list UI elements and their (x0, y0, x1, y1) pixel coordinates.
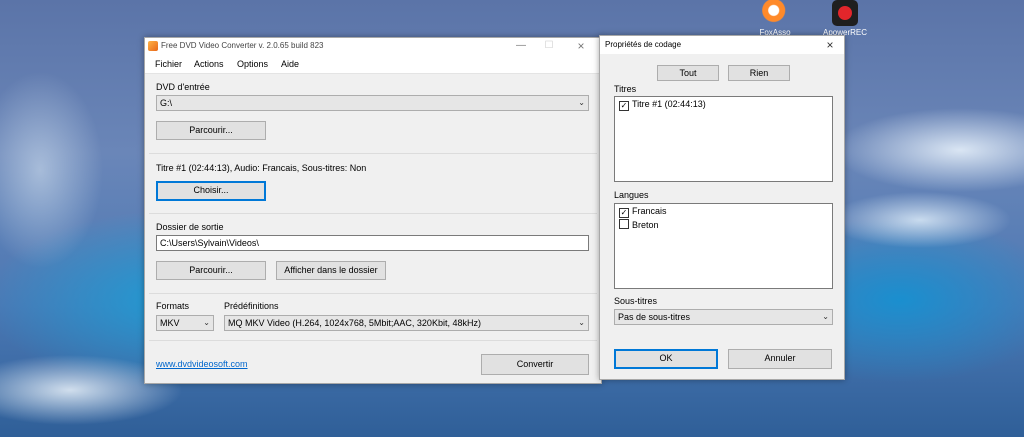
minimize-icon[interactable]: — (511, 39, 531, 53)
title-info: Titre #1 (02:44:13), Audio: Francais, So… (156, 163, 367, 173)
cancel-button[interactable]: Annuler (728, 349, 832, 369)
preset-select[interactable]: MQ MKV Video (H.264, 1024x768, 5Mbit;AAC… (224, 315, 589, 331)
record-icon (832, 0, 858, 26)
formats-label: Formats (156, 301, 190, 311)
languages-list: ✓ Francais Breton (614, 203, 833, 289)
list-item[interactable]: ✓ Titre #1 (02:44:13) (619, 99, 706, 111)
presets-label: Prédéfinitions (224, 301, 279, 311)
checkbox-checked-icon[interactable]: ✓ (619, 208, 629, 218)
dvd-input-label: DVD d'entrée (156, 82, 210, 92)
select-none-button[interactable]: Rien (728, 65, 790, 81)
main-titlebar[interactable]: Free DVD Video Converter v. 2.0.65 build… (145, 38, 601, 55)
chevron-down-icon: ⌄ (203, 318, 210, 327)
section-divider (149, 340, 597, 341)
menu-options[interactable]: Options (237, 59, 268, 69)
select-all-button[interactable]: Tout (657, 65, 719, 81)
language-item-label: Francais (632, 206, 667, 216)
close-icon[interactable]: × (571, 39, 591, 53)
chevron-down-icon: ⌄ (578, 318, 585, 327)
convert-button[interactable]: Convertir (481, 354, 589, 375)
language-item-label: Breton (632, 220, 659, 230)
section-divider (149, 153, 597, 154)
menu-fichier[interactable]: Fichier (155, 59, 182, 69)
fox-icon (762, 0, 788, 26)
subtitles-label: Sous-titres (614, 296, 658, 306)
chevron-down-icon: ⌄ (822, 312, 829, 321)
list-item[interactable]: ✓ Francais (619, 206, 667, 218)
format-select[interactable]: MKV ⌄ (156, 315, 214, 331)
dialog-title: Propriétés de codage (605, 40, 682, 49)
desktop-icon-foxasso[interactable]: FoxAsso (745, 0, 805, 37)
subtitles-select[interactable]: Pas de sous-titres ⌄ (614, 309, 833, 325)
ok-button[interactable]: OK (614, 349, 718, 369)
browse-dvd-button[interactable]: Parcourir... (156, 121, 266, 140)
main-window: Free DVD Video Converter v. 2.0.65 build… (144, 37, 602, 384)
preset-value: MQ MKV Video (H.264, 1024x768, 5Mbit;AAC… (228, 318, 481, 328)
checkbox-unchecked-icon[interactable] (619, 219, 629, 229)
titles-label: Titres (614, 84, 637, 94)
maximize-icon[interactable]: ☐ (539, 39, 559, 53)
title-item-label: Titre #1 (02:44:13) (632, 99, 706, 109)
section-divider (149, 213, 597, 214)
format-value: MKV (160, 318, 180, 328)
desktop-icon-apowerrec[interactable]: ApowerREC (815, 0, 875, 37)
dialog-titlebar[interactable]: Propriétés de codage × (600, 36, 844, 54)
menu-aide[interactable]: Aide (281, 59, 299, 69)
window-title: Free DVD Video Converter v. 2.0.65 build… (161, 41, 324, 50)
output-folder-label: Dossier de sortie (156, 222, 224, 232)
chevron-down-icon: ⌄ (578, 98, 585, 107)
menu-bar: Fichier Actions Options Aide (145, 55, 601, 74)
app-icon (148, 41, 158, 51)
titles-list: ✓ Titre #1 (02:44:13) (614, 96, 833, 182)
menu-actions[interactable]: Actions (194, 59, 224, 69)
show-in-folder-button[interactable]: Afficher dans le dossier (276, 261, 386, 280)
choose-button[interactable]: Choisir... (156, 181, 266, 201)
subtitles-value: Pas de sous-titres (618, 312, 691, 322)
checkbox-checked-icon[interactable]: ✓ (619, 101, 629, 111)
list-item[interactable]: Breton (619, 219, 659, 230)
languages-label: Langues (614, 190, 649, 200)
website-link[interactable]: www.dvdvideosoft.com (156, 359, 248, 369)
encoding-properties-dialog: Propriétés de codage × Tout Rien Titres … (599, 35, 845, 380)
section-divider (149, 293, 597, 294)
dvd-drive-value: G:\ (160, 98, 173, 108)
close-icon[interactable]: × (820, 38, 840, 52)
browse-output-button[interactable]: Parcourir... (156, 261, 266, 280)
output-path-input[interactable]: C:\Users\Sylvain\Videos\ (156, 235, 589, 251)
dvd-drive-select[interactable]: G:\ ⌄ (156, 95, 589, 111)
